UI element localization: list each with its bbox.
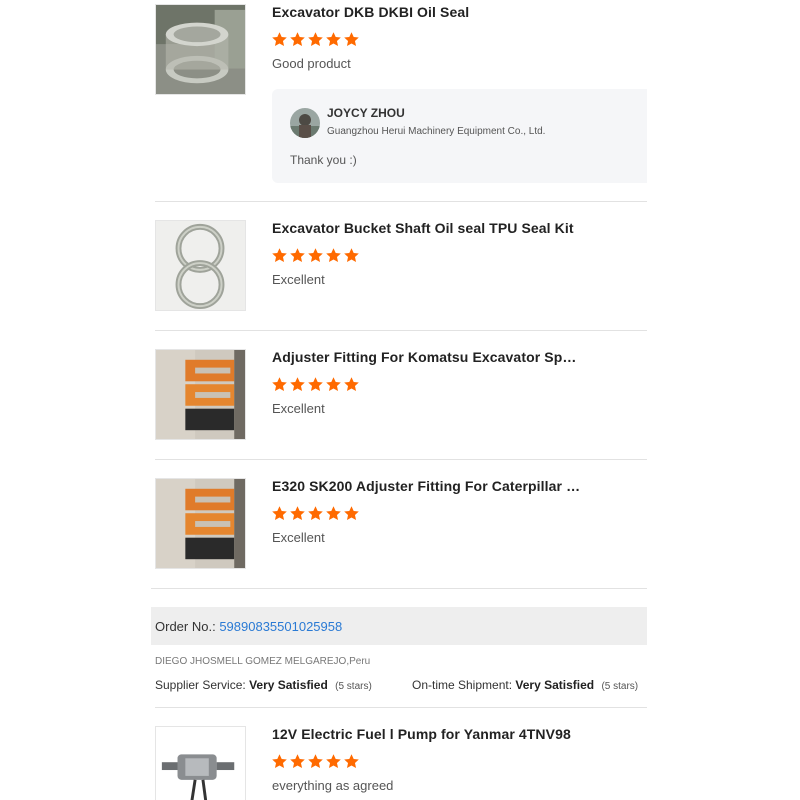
star-icon	[344, 248, 359, 263]
shipment-value: Very Satisfied	[515, 678, 595, 692]
order-number-link[interactable]: 59890835501025958	[219, 619, 342, 634]
product-thumbnail[interactable]	[155, 726, 246, 800]
shipment-stars: (5 stars)	[601, 681, 639, 692]
rating-stars	[271, 753, 360, 771]
rating-stars	[271, 505, 360, 523]
star-icon	[272, 506, 287, 521]
product-thumbnail[interactable]	[155, 4, 246, 95]
seller-avatar	[290, 108, 320, 138]
shipment-label: On-time Shipment:	[412, 678, 513, 692]
supplier-service-label: Supplier Service:	[155, 678, 246, 692]
star-icon	[326, 377, 341, 392]
star-icon	[326, 248, 341, 263]
product-title[interactable]: Excavator Bucket Shaft Oil seal TPU Seal…	[272, 220, 582, 236]
star-icon	[308, 754, 323, 769]
star-icon	[272, 754, 287, 769]
divider	[151, 588, 647, 589]
star-icon	[290, 506, 305, 521]
review-comment: Excellent	[272, 401, 325, 416]
product-title[interactable]: 12V Electric Fuel l Pump for Yanmar 4TNV…	[272, 726, 582, 742]
order-number-line: Order No.: 59890835501025958	[155, 619, 342, 634]
divider	[155, 201, 647, 202]
divider	[155, 330, 647, 331]
product-thumbnail[interactable]	[155, 220, 246, 311]
review-comment: Excellent	[272, 530, 325, 545]
seller-company: Guangzhou Herui Machinery Equipment Co.,…	[327, 126, 546, 137]
star-icon	[308, 377, 323, 392]
star-icon	[308, 506, 323, 521]
rating-stars	[271, 376, 360, 394]
review-comment: Excellent	[272, 272, 325, 287]
star-icon	[344, 506, 359, 521]
order-header: Order No.: 59890835501025958	[151, 607, 647, 645]
divider	[155, 459, 647, 460]
star-icon	[290, 754, 305, 769]
order-number-label: Order No.:	[155, 619, 216, 634]
divider	[155, 707, 647, 708]
star-icon	[272, 248, 287, 263]
buyer-name: DIEGO JHOSMELL GOMEZ MELGAREJO,Peru	[155, 656, 371, 667]
supplier-service-rating: Supplier Service: Very Satisfied (5 star…	[155, 678, 372, 692]
shipment-rating: On-time Shipment: Very Satisfied (5 star…	[412, 678, 638, 692]
reply-text: Thank you :)	[290, 153, 357, 167]
star-icon	[308, 32, 323, 47]
product-thumbnail[interactable]	[155, 478, 246, 569]
star-icon	[272, 377, 287, 392]
seller-name: JOYCY ZHOU	[327, 106, 405, 120]
star-icon	[344, 754, 359, 769]
star-icon	[290, 248, 305, 263]
supplier-service-value: Very Satisfied	[249, 678, 328, 692]
rating-stars	[271, 31, 360, 49]
star-icon	[326, 32, 341, 47]
star-icon	[344, 377, 359, 392]
product-title[interactable]: E320 SK200 Adjuster Fitting For Caterpil…	[272, 478, 582, 494]
star-icon	[308, 248, 323, 263]
seller-reply: JOYCY ZHOU Guangzhou Herui Machinery Equ…	[272, 89, 647, 183]
review-comment: Good product	[272, 56, 351, 71]
star-icon	[344, 32, 359, 47]
star-icon	[326, 754, 341, 769]
star-icon	[326, 506, 341, 521]
rating-stars	[271, 247, 360, 265]
product-thumbnail[interactable]	[155, 349, 246, 440]
review-comment: everything as agreed	[272, 778, 394, 793]
product-title[interactable]: Adjuster Fitting For Komatsu Excavator S…	[272, 349, 582, 365]
star-icon	[290, 377, 305, 392]
supplier-service-stars: (5 stars)	[335, 681, 372, 692]
product-title[interactable]: Excavator DKB DKBI Oil Seal	[272, 4, 582, 20]
star-icon	[290, 32, 305, 47]
star-icon	[272, 32, 287, 47]
